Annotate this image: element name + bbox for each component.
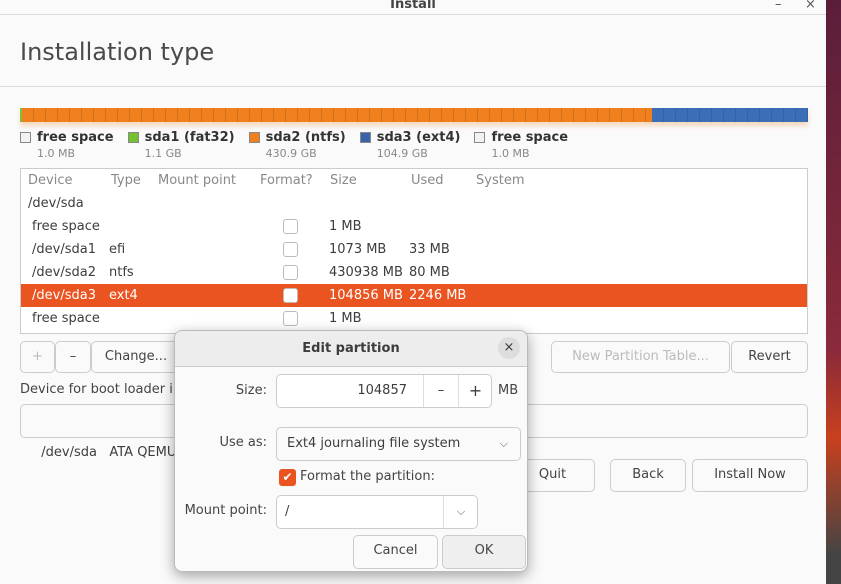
close-icon: × <box>503 340 515 355</box>
legend-label: sda3 (ext4) <box>376 130 461 145</box>
format-checkbox[interactable] <box>283 242 298 257</box>
format-checkbox[interactable] <box>283 311 298 326</box>
window-title: Install <box>390 0 436 12</box>
legend-size: 1.1 GB <box>144 147 182 160</box>
cell-device: /dev/sda2 <box>32 265 96 280</box>
chevron-down-icon[interactable]: ⌵ <box>443 496 478 528</box>
col-type: Type <box>111 173 141 188</box>
size-increment-button[interactable]: + <box>458 375 492 407</box>
partition-legend: free space 1.0 MB sda1 (fat32) 1.1 GB sda2 (… <box>20 130 568 160</box>
title-bar: Install – × <box>0 0 826 15</box>
minimize-button[interactable]: – <box>775 0 782 12</box>
table-header: Device Type Mount point Format? Size Use… <box>21 169 807 192</box>
add-partition-button[interactable]: + <box>20 341 55 373</box>
legend-item: sda3 (ext4) 104.9 GB <box>359 130 461 160</box>
cell-device: /dev/sda3 <box>32 288 96 303</box>
size-input[interactable]: 104857 <box>357 375 407 407</box>
desktop-background <box>826 0 841 584</box>
size-unit: MB <box>498 383 519 398</box>
legend-size: 1.0 MB <box>491 147 530 160</box>
table-row[interactable]: /dev/sda <box>21 192 807 215</box>
dialog-title: Edit partition <box>302 341 400 356</box>
partition-bar <box>20 108 808 122</box>
cell-size: 1 MB <box>329 311 362 326</box>
cell-size: 1 MB <box>329 219 362 234</box>
mount-point-input[interactable]: / <box>285 504 289 519</box>
back-button[interactable]: Back <box>610 459 686 492</box>
cell-type: ntfs <box>109 265 134 280</box>
dialog-close-button[interactable]: × <box>498 337 520 359</box>
legend-swatch <box>20 132 31 143</box>
cell-size: 104856 MB <box>329 288 403 303</box>
remove-partition-button[interactable]: – <box>55 341 91 373</box>
col-system: System <box>476 173 525 188</box>
col-used: Used <box>411 173 444 188</box>
cell-used: 33 MB <box>409 242 450 257</box>
cancel-button[interactable]: Cancel <box>353 535 438 569</box>
cell-used: 80 MB <box>409 265 450 280</box>
legend-swatch <box>248 132 260 143</box>
col-size: Size <box>330 173 357 188</box>
cell-used: 2246 MB <box>409 288 467 303</box>
legend-item: free space 1.0 MB <box>20 130 114 160</box>
edit-partition-dialog: Edit partition × Size: 104857 – + MB Use… <box>174 330 528 572</box>
legend-label: free space <box>37 130 114 145</box>
ok-button[interactable]: OK <box>442 535 526 569</box>
format-checkbox[interactable] <box>283 265 298 280</box>
dialog-header: Edit partition <box>175 331 527 367</box>
legend-swatch <box>359 132 371 143</box>
col-format: Format? <box>260 173 313 188</box>
cell-device: free space <box>32 219 100 234</box>
partition-segment <box>651 108 808 122</box>
cell-device: free space <box>32 311 100 326</box>
legend-item: sda1 (fat32) 1.1 GB <box>127 130 235 160</box>
partition-table[interactable]: Device Type Mount point Format? Size Use… <box>20 168 808 334</box>
cell-size: 430938 MB <box>329 265 403 280</box>
use-as-label: Use as: <box>219 435 267 450</box>
size-spinner: 104857 – + <box>276 374 492 408</box>
col-device: Device <box>28 173 73 188</box>
cell-device: /dev/sda <box>28 196 84 211</box>
partition-segment <box>21 108 652 122</box>
size-decrement-button[interactable]: – <box>423 375 458 407</box>
format-label: Format the partition: <box>300 469 435 484</box>
new-partition-table-button[interactable]: New Partition Table... <box>551 341 730 373</box>
legend-size: 104.9 GB <box>376 147 428 160</box>
format-checkbox[interactable] <box>283 219 298 234</box>
legend-swatch <box>474 132 486 143</box>
col-mount: Mount point <box>158 173 237 188</box>
use-as-select[interactable]: Ext4 journaling file system ⌵ <box>276 427 521 461</box>
legend-swatch <box>127 132 139 143</box>
cell-type: ext4 <box>109 288 138 303</box>
table-row[interactable]: /dev/sda1 efi 1073 MB 33 MB <box>21 238 807 261</box>
legend-label: sda1 (fat32) <box>144 130 235 145</box>
legend-size: 1.0 MB <box>37 147 76 160</box>
chevron-down-icon: ⌵ <box>499 437 508 450</box>
cell-size: 1073 MB <box>329 242 387 257</box>
close-button[interactable]: × <box>805 0 816 12</box>
mount-point-combo[interactable]: / ⌵ <box>276 495 478 529</box>
table-row[interactable]: free space 1 MB <box>21 215 807 238</box>
legend-item: free space 1.0 MB <box>474 130 568 160</box>
page-title: Installation type <box>20 38 215 66</box>
checkmark-icon: ✔ <box>282 470 293 484</box>
table-row[interactable]: free space 1 MB <box>21 307 807 330</box>
legend-label: free space <box>491 130 569 145</box>
use-as-value: Ext4 journaling file system <box>287 436 461 451</box>
cell-type: efi <box>109 242 126 257</box>
cell-device: /dev/sda1 <box>32 242 96 257</box>
mount-point-label: Mount point: <box>184 503 267 518</box>
divider <box>0 86 826 87</box>
legend-size: 430.9 GB <box>265 147 317 160</box>
format-checkbox[interactable] <box>283 288 298 303</box>
format-checkbox[interactable]: ✔ <box>279 469 296 486</box>
size-label: Size: <box>235 383 267 398</box>
legend-item: sda2 (ntfs) 430.9 GB <box>248 130 346 160</box>
table-row[interactable]: /dev/sda2 ntfs 430938 MB 80 MB <box>21 261 807 284</box>
install-now-button[interactable]: Install Now <box>692 459 808 492</box>
revert-button[interactable]: Revert <box>731 341 808 373</box>
legend-label: sda2 (ntfs) <box>265 130 346 145</box>
table-row[interactable]: /dev/sda3 ext4 104856 MB 2246 MB <box>21 284 807 307</box>
change-partition-button[interactable]: Change... <box>91 341 181 373</box>
